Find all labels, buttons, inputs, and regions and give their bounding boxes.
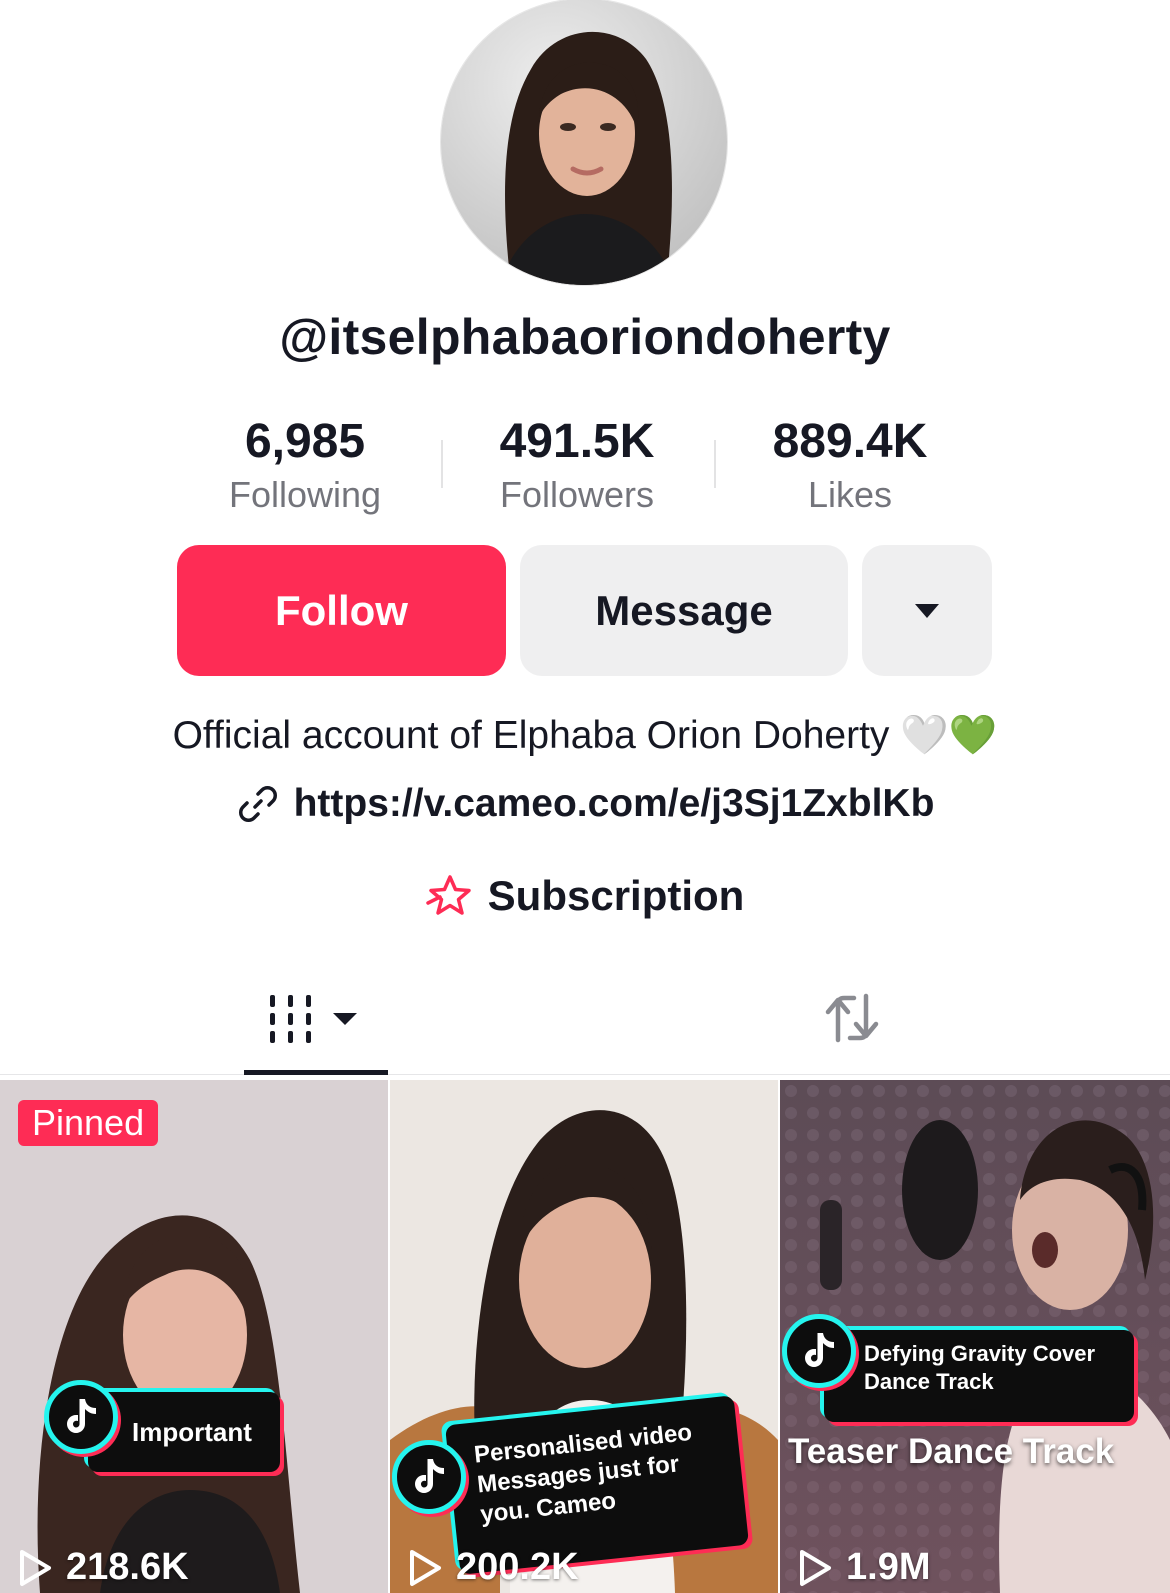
followers-label: Followers [499,474,655,515]
likes-label: Likes [807,474,893,515]
profile-avatar[interactable] [440,0,728,286]
view-count: 218.6K [18,1546,189,1589]
pinned-badge: Pinned [18,1100,159,1146]
video-tile-3[interactable]: Defying Gravity Cover Dance Track Teaser… [780,1080,1170,1593]
view-count: 1.9M [798,1546,930,1589]
video-thumbnail [0,1080,388,1593]
caret-down-icon [915,603,939,618]
profile-link[interactable]: https://v.cameo.com/e/j3Sj1ZxblKb [0,782,1170,826]
subscription-button[interactable]: Subscription [0,872,1170,920]
video-sticker: Defying Gravity Cover Dance Track [824,1330,1134,1422]
stat-likes: 889.4K Likes [720,412,980,518]
video-grid: Pinned Important 218.6K Personalised vid… [0,1080,1170,1593]
link-icon [238,786,277,822]
repost-icon [825,993,879,1042]
tiktok-logo-icon [782,1314,856,1388]
follow-button[interactable]: Follow [177,545,506,676]
view-count-text: 218.6K [66,1546,189,1588]
grid-columns-icon [270,994,357,1043]
message-button[interactable]: Message [520,545,848,676]
stat-divider [714,440,716,488]
profile-bio: Official account of Elphaba Orion Dohert… [172,714,998,757]
following-label: Following [228,474,382,515]
tab-reposts[interactable] [780,960,924,1075]
view-count: 200.2K [408,1546,579,1589]
video-sticker: Important [88,1392,280,1472]
link-text: https://v.cameo.com/e/j3Sj1ZxblKb [293,782,935,825]
video-tile-2[interactable]: Personalised video Messages just for you… [390,1080,778,1593]
likes-count: 889.4K [772,415,928,468]
tiktok-logo-icon [44,1380,118,1454]
video-tile-1[interactable]: Pinned Important 218.6K [0,1080,388,1593]
play-icon [410,1549,441,1586]
tab-videos[interactable] [244,960,388,1075]
video-overlay-text: Teaser Dance Track [788,1432,1115,1471]
play-icon [20,1549,51,1586]
more-options-button[interactable] [862,545,992,676]
following-count: 6,985 [244,415,366,468]
tiktok-logo-icon [392,1440,466,1514]
followers-count: 491.5K [499,415,655,468]
subscription-star-icon [425,875,471,915]
active-tab-indicator [244,1070,388,1075]
profile-username: @itselphabaoriondoherty [279,309,891,365]
stat-following[interactable]: 6,985 Following [175,412,435,518]
subscription-label: Subscription [487,872,745,919]
play-icon [800,1549,831,1586]
stat-followers[interactable]: 491.5K Followers [447,412,707,518]
content-tabs [0,960,1170,1075]
stat-divider [441,440,443,488]
view-count-text: 200.2K [456,1546,579,1588]
view-count-text: 1.9M [846,1546,931,1588]
